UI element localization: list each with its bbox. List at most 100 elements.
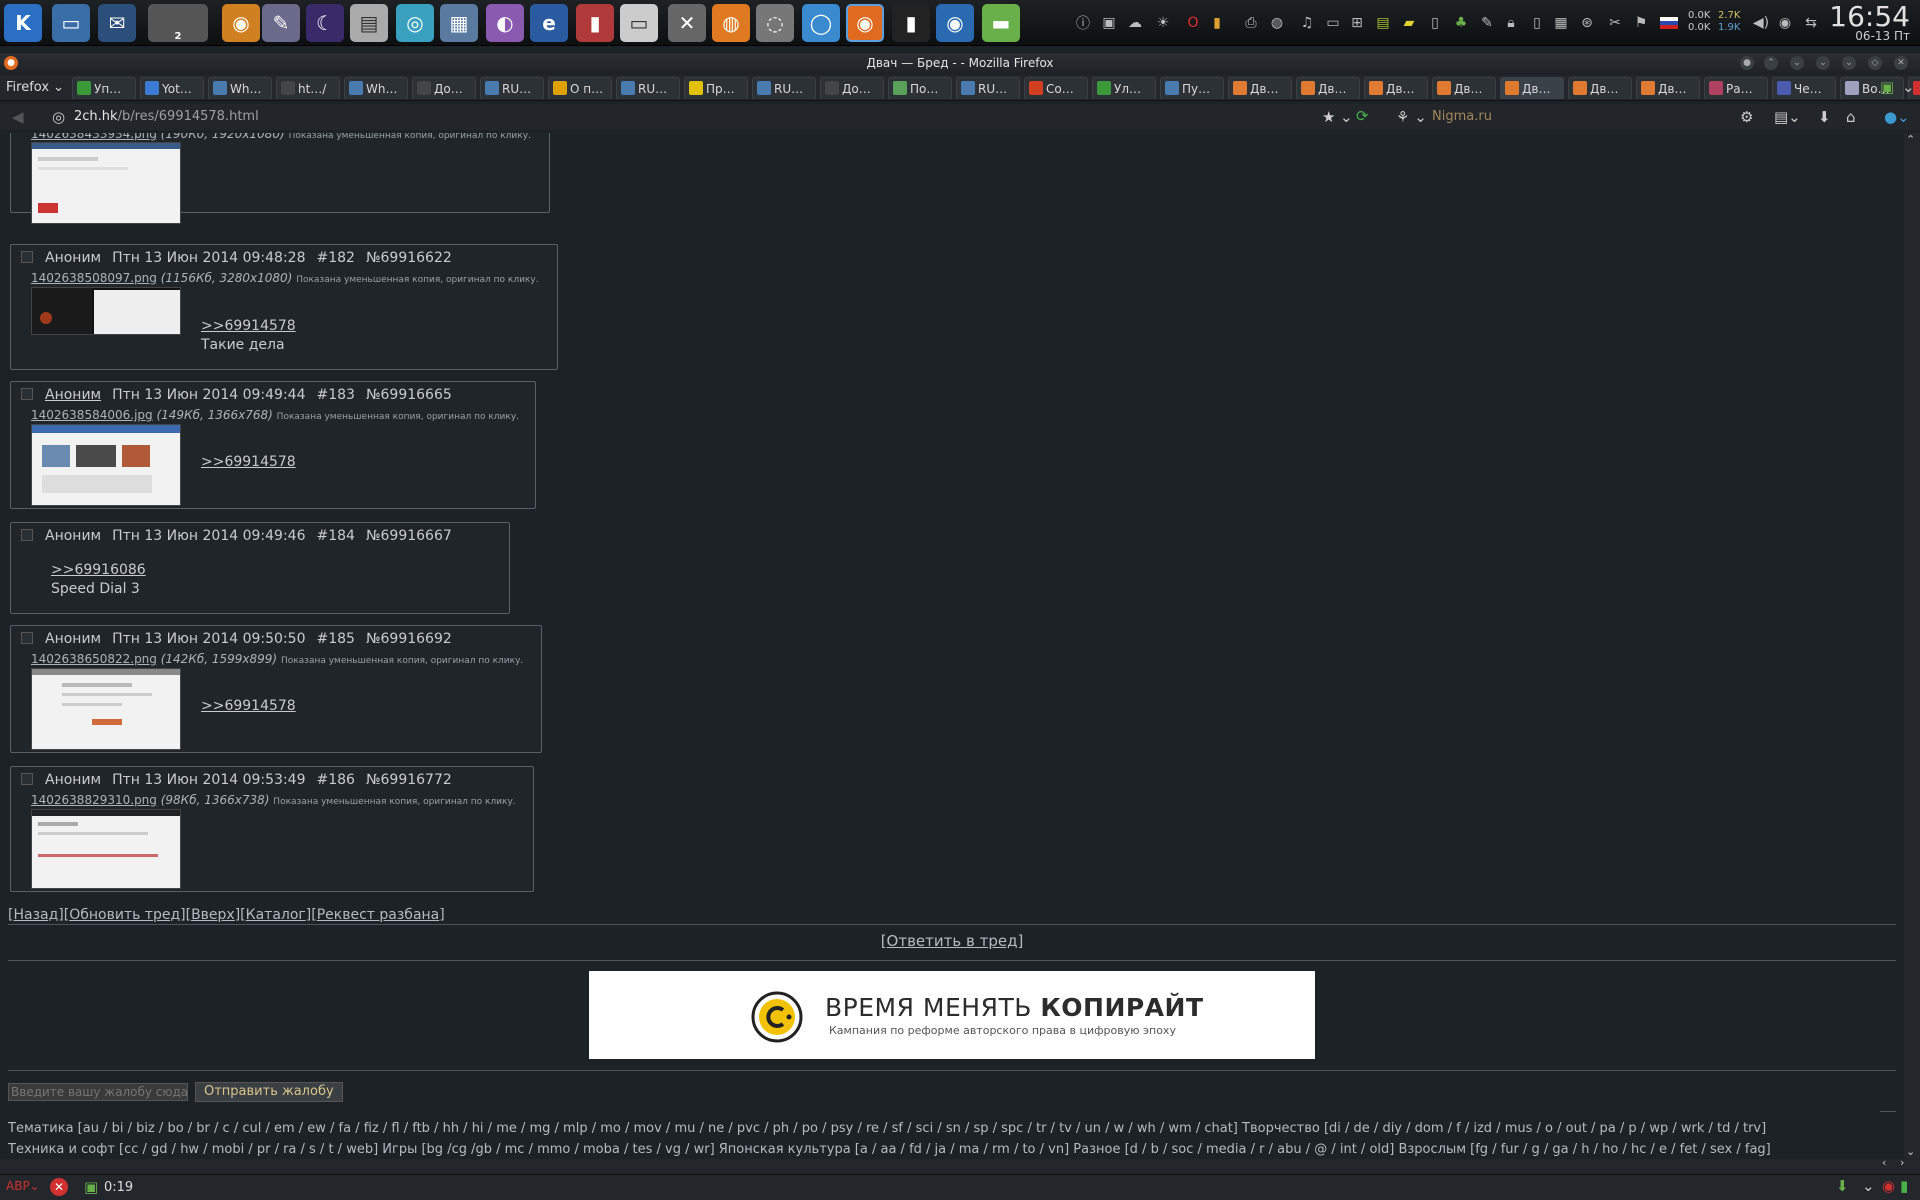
network-globe-icon[interactable]: ◉ [936,4,974,42]
browser-tab[interactable]: Че… [1772,77,1836,99]
keep-above-icon[interactable]: ⌃ [1764,56,1778,70]
post-thumbnail[interactable] [31,424,181,506]
horizontal-scrollbar[interactable]: ‹ › [0,1156,1920,1173]
color-picker-icon[interactable]: ◐ [486,4,524,42]
flag-icon[interactable]: ⚑ [1630,12,1652,34]
error-icon[interactable]: ✕ [50,1178,68,1196]
leaf-icon[interactable]: ♣ [1450,12,1472,34]
site-identity-icon[interactable]: ◎ [52,108,65,126]
post-number[interactable]: №69916667 [366,528,452,544]
disk-icon[interactable]: ◌ [756,4,794,42]
post-checkbox[interactable] [21,251,33,263]
calculator-icon[interactable]: ▦ [440,4,478,42]
reply-link[interactable]: >>69914578 [201,454,296,470]
browser-tab[interactable]: RU… [616,77,680,99]
editor-icon[interactable]: ✎ [262,4,300,42]
browser-tab[interactable]: Дв… [1296,77,1360,99]
browser-tab[interactable]: Ул… [1092,77,1156,99]
status-menu-icon[interactable]: ⌄ [1862,1177,1875,1195]
reply-link[interactable]: >>69914578 [201,318,296,334]
file-manager-icon[interactable]: ▭ [52,4,90,42]
url-text[interactable]: 2ch.hk/b/res/69914578.html [74,109,259,124]
post-thumbnail[interactable] [31,809,181,889]
status-green-icon[interactable]: ▮ [1900,1177,1908,1195]
desktop-pager[interactable]: 2 [148,4,208,42]
scroll-down-arrow-icon[interactable]: ⌄ [1906,1145,1915,1158]
refresh-thread-link[interactable]: Обновить тред [69,907,180,923]
scroll-right-arrow-icon[interactable]: › [1900,1156,1904,1169]
mail-icon[interactable]: ✉ [98,4,136,42]
browser-tab[interactable]: Yot… [140,77,204,99]
url-dropdown-icon[interactable]: ⌄ [1340,108,1353,126]
window-menu-icon[interactable]: ● [1740,56,1754,70]
status-addon-icon[interactable]: ◉ [1882,1177,1895,1195]
update-icon[interactable]: ◉ [1774,12,1796,34]
search-engine-icon[interactable]: ⚘ ⌄ [1396,108,1427,126]
file-link[interactable]: 1402638508097.png [31,271,157,285]
lock-icon[interactable]: 🔒︎ [1500,12,1522,34]
printer-icon[interactable]: ⎙ [1240,12,1262,34]
browser-tab[interactable]: Wh… [208,77,272,99]
post-checkbox[interactable] [21,388,33,400]
post-thumbnail[interactable] [31,287,181,335]
browser-tab[interactable]: Дв… [1228,77,1292,99]
post-number[interactable]: №69916622 [366,250,452,266]
globe-app-icon[interactable]: ◎ [396,4,434,42]
kwallet-icon[interactable]: ▯ [1526,12,1548,34]
reply-link[interactable]: >>69914578 [201,698,296,714]
browser-tab[interactable]: Дв… [1636,77,1700,99]
browser-tab[interactable]: До… [412,77,476,99]
send-complaint-button[interactable]: Отправить жалобу [195,1082,343,1102]
new-tab-icon[interactable]: ▣ [1880,78,1894,96]
browser-tab[interactable]: Уп… [72,77,136,99]
browser-tab[interactable]: Wh… [344,77,408,99]
post-checkbox[interactable] [21,773,33,785]
downloads-icon[interactable]: ⬇ [1818,108,1831,126]
clipboard-icon[interactable]: ▣ [1098,12,1120,34]
scissors-icon[interactable]: ✂ [1604,12,1626,34]
adblock-icon[interactable]: ABP⌄ [6,1179,40,1193]
scroll-up-link[interactable]: Вверх [191,907,235,923]
browser-tab[interactable]: Ра… [1704,77,1768,99]
terminal-icon[interactable]: ▮ [892,4,930,42]
chat-icon[interactable]: ◯ [802,4,840,42]
post-thumbnail[interactable] [31,668,181,750]
window-titlebar[interactable]: ● Двач — Бред - - Mozilla Firefox ● ⌃ ⌄ … [0,53,1920,73]
sticky-note-icon[interactable]: ▰ [1398,12,1420,34]
contacts-icon[interactable]: ▭ [620,4,658,42]
browser-tab[interactable]: Пу… [1160,77,1224,99]
post-checkbox[interactable] [21,529,33,541]
unban-request-link[interactable]: Реквест разбана [317,907,440,923]
network-icon[interactable]: ⊞ [1346,12,1368,34]
post-number[interactable]: №69916772 [366,772,452,788]
complaint-input[interactable] [8,1083,188,1101]
post-thumbnail[interactable] [31,142,181,224]
back-link[interactable]: Назад [13,907,58,923]
url-bar[interactable]: ◎ 2ch.hk/b/res/69914578.html ★ ⌄ ⟳ [46,106,1386,128]
download-arrow-icon[interactable]: ⬇ [1836,1177,1849,1195]
post-number[interactable]: №69916665 [366,387,452,403]
browser-tab[interactable]: Пр… [684,77,748,99]
browser-tab[interactable]: Дв… [1432,77,1496,99]
reply-link[interactable]: >>69916086 [51,562,146,578]
konqueror-icon[interactable]: e [530,4,568,42]
file-link[interactable]: 1402638829310.png [31,793,157,807]
browser-tab[interactable]: Во… [1840,77,1904,99]
copyright-reform-banner[interactable]: ВРЕМЯ МЕНЯТЬ КОПИРАЙТ Кампания по реформ… [589,971,1315,1059]
usb-icon[interactable]: ⇆ [1800,12,1822,34]
document-icon[interactable]: ▤ [350,4,388,42]
keyboard-layout-icon[interactable] [1658,12,1680,34]
browser-tab[interactable]: Дв… [1364,77,1428,99]
browser-tab[interactable]: ht…/ [276,77,340,99]
reply-to-thread-link[interactable]: [Ответить в тред] [0,932,1904,950]
monitor-icon[interactable]: ▭ [1322,12,1344,34]
info-icon[interactable]: ⓘ [1072,12,1094,34]
firefox-icon[interactable]: ◉ [846,4,884,42]
notes-icon[interactable]: ▮ [1206,12,1228,34]
file-link[interactable]: 1402638584006.jpg [31,408,153,422]
tools-icon[interactable]: ✎ [1476,12,1498,34]
post-author[interactable]: Аноним [45,387,101,403]
dictionary-icon[interactable]: ▯ [1424,12,1446,34]
back-icon[interactable]: ◀ [12,108,24,126]
scroll-left-arrow-icon[interactable]: ‹ [1882,1156,1886,1169]
